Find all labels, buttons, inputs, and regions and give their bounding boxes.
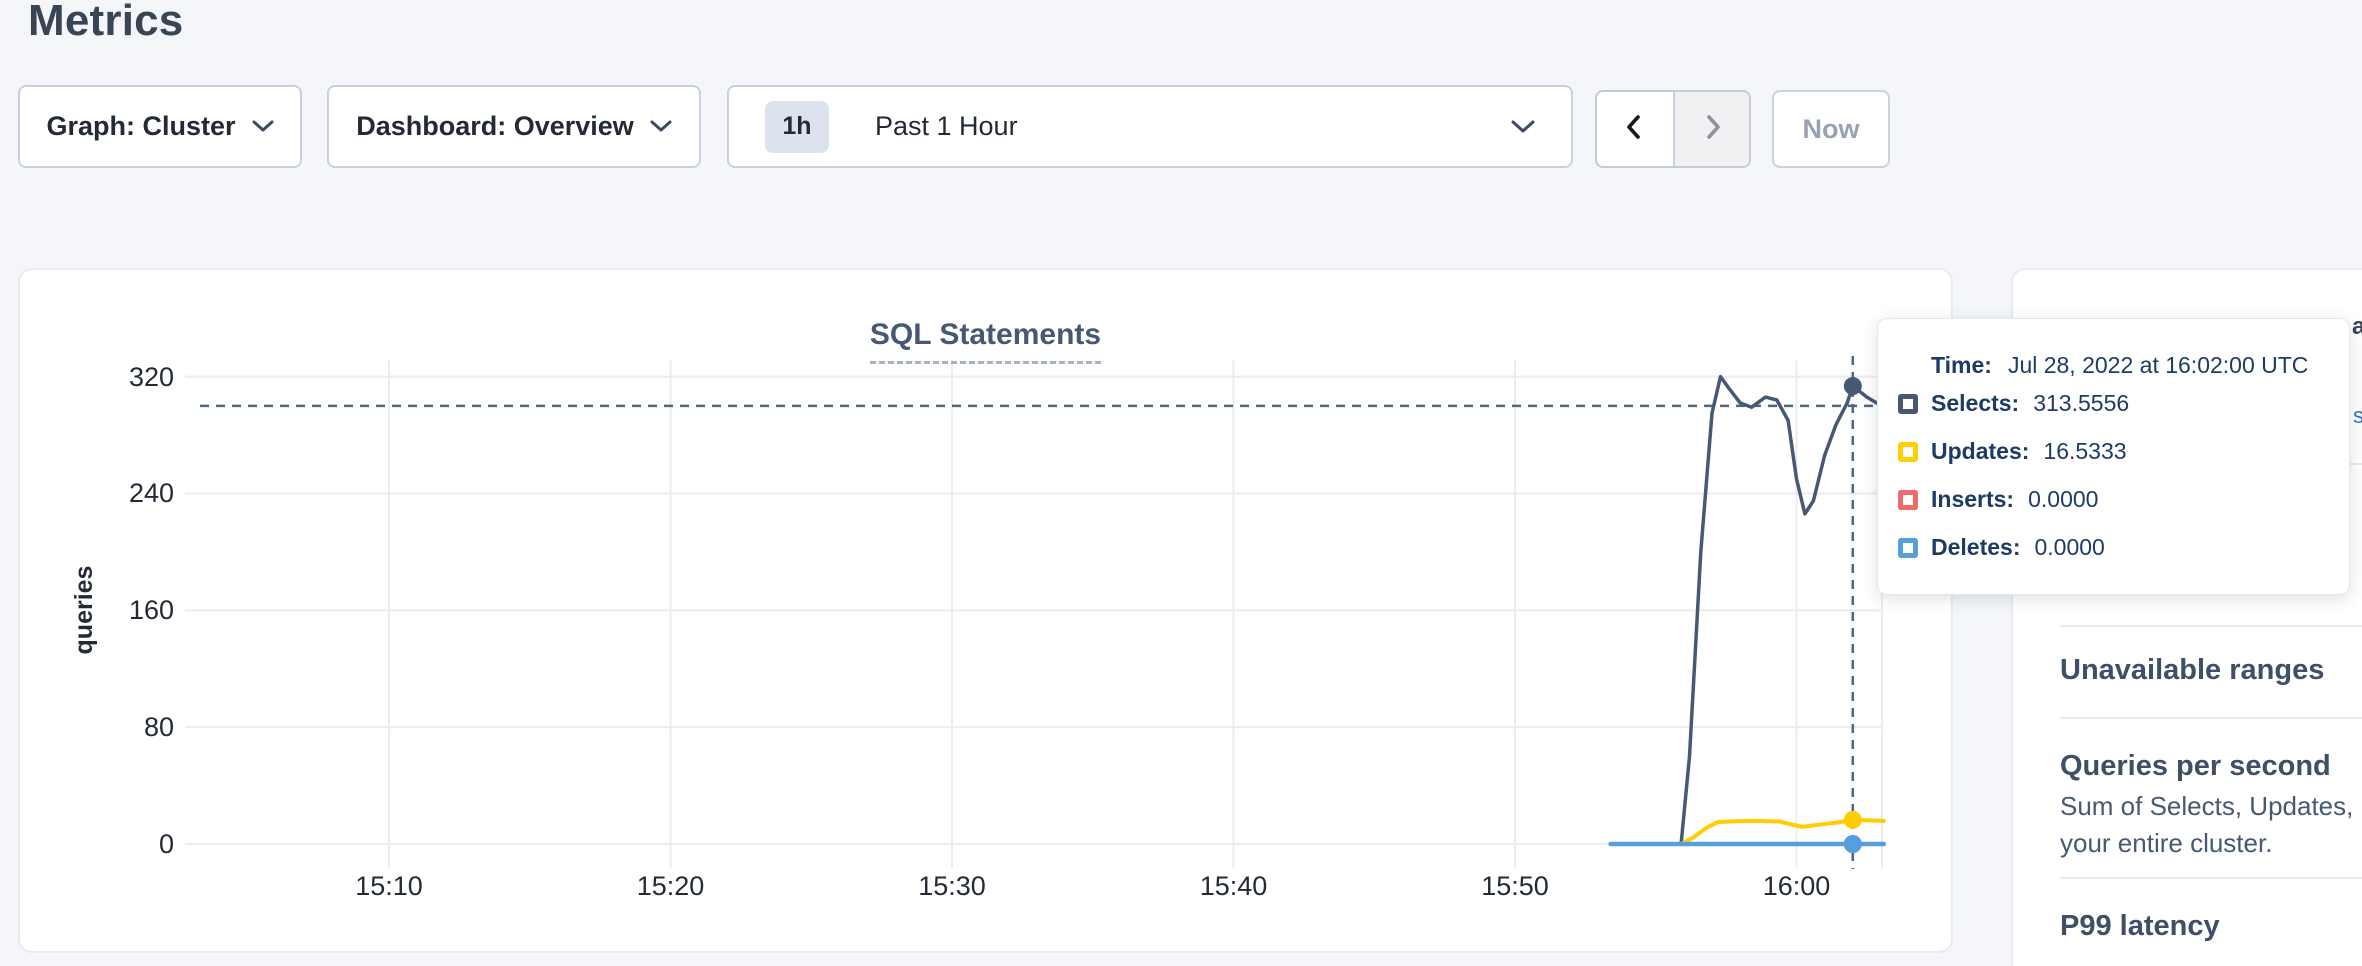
inserts-swatch-icon bbox=[1898, 490, 1918, 510]
chart-title[interactable]: SQL Statements bbox=[870, 318, 1101, 364]
y-tick-label: 160 bbox=[84, 592, 174, 628]
chevron-left-icon bbox=[1621, 113, 1649, 146]
tooltip-series-value: 16.5333 bbox=[2043, 438, 2126, 465]
sidebar-divider bbox=[2060, 877, 2362, 879]
deletes-swatch-icon bbox=[1898, 538, 1918, 558]
tooltip-time-label: Time: bbox=[1931, 352, 1992, 378]
y-tick-label: 320 bbox=[84, 359, 174, 395]
sidebar-divider bbox=[2060, 625, 2362, 627]
previous-timeframe-button[interactable] bbox=[1597, 92, 1673, 166]
time-range-selector[interactable]: 1h Past 1 Hour bbox=[727, 85, 1573, 168]
chevron-down-icon bbox=[1511, 120, 1535, 134]
updates-swatch-icon bbox=[1898, 442, 1918, 462]
x-tick-label: 15:10 bbox=[329, 868, 449, 904]
sidebar-item-description: Sum of Selects, Updates, Inserts and Del… bbox=[2060, 791, 2362, 822]
next-timeframe-button[interactable] bbox=[1673, 92, 1749, 166]
now-button[interactable]: Now bbox=[1772, 90, 1890, 168]
y-tick-label: 0 bbox=[84, 826, 174, 862]
obscured-link-fragment: s bbox=[2353, 403, 2362, 429]
x-tick-label: 16:00 bbox=[1737, 868, 1857, 904]
tooltip-time-value: Jul 28, 2022 at 16:02:00 UTC bbox=[2008, 352, 2308, 378]
tooltip-series-value: 0.0000 bbox=[2034, 534, 2104, 561]
chart-hover-tooltip: Time: Jul 28, 2022 at 16:02:00 UTC Select… bbox=[1877, 318, 2350, 595]
time-step-control bbox=[1595, 90, 1751, 168]
sidebar-divider bbox=[2060, 717, 2362, 719]
tooltip-series-label: Selects: bbox=[1931, 390, 2019, 417]
sidebar-item-p99-latency: P99 latency bbox=[2060, 910, 2220, 943]
x-tick-label: 15:20 bbox=[611, 868, 731, 904]
tooltip-series-label: Inserts: bbox=[1931, 486, 2014, 513]
graph-dropdown-label: Graph: Cluster bbox=[46, 111, 235, 142]
time-range-label: Past 1 Hour bbox=[875, 111, 1018, 142]
dashboard-dropdown[interactable]: Dashboard: Overview bbox=[327, 85, 701, 168]
sidebar-item-unavailable-ranges: Unavailable ranges bbox=[2060, 654, 2324, 687]
tooltip-series-label: Updates: bbox=[1931, 438, 2029, 465]
tooltip-series-value: 0.0000 bbox=[2028, 486, 2098, 513]
chevron-down-icon bbox=[252, 120, 274, 133]
chevron-right-icon bbox=[1698, 113, 1726, 146]
y-tick-label: 80 bbox=[84, 709, 174, 745]
x-tick-label: 15:30 bbox=[892, 868, 1012, 904]
chevron-down-icon bbox=[650, 120, 672, 133]
time-range-badge: 1h bbox=[765, 101, 829, 153]
sidebar-item-queries-per-second: Queries per second bbox=[2060, 750, 2331, 783]
page-title: Metrics bbox=[28, 0, 183, 46]
sidebar-item-description: your entire cluster. bbox=[2060, 828, 2272, 859]
x-tick-label: 15:40 bbox=[1174, 868, 1294, 904]
sql-statements-chart-card[interactable] bbox=[18, 268, 1953, 953]
x-tick-label: 15:50 bbox=[1455, 868, 1575, 904]
tooltip-series-value: 313.5556 bbox=[2033, 390, 2129, 417]
selects-swatch-icon bbox=[1898, 394, 1918, 414]
obscured-text-fragment: a bbox=[2352, 313, 2362, 341]
tooltip-series-label: Deletes: bbox=[1931, 534, 2020, 561]
graph-dropdown[interactable]: Graph: Cluster bbox=[18, 85, 302, 168]
y-tick-label: 240 bbox=[84, 475, 174, 511]
dashboard-dropdown-label: Dashboard: Overview bbox=[356, 111, 634, 142]
